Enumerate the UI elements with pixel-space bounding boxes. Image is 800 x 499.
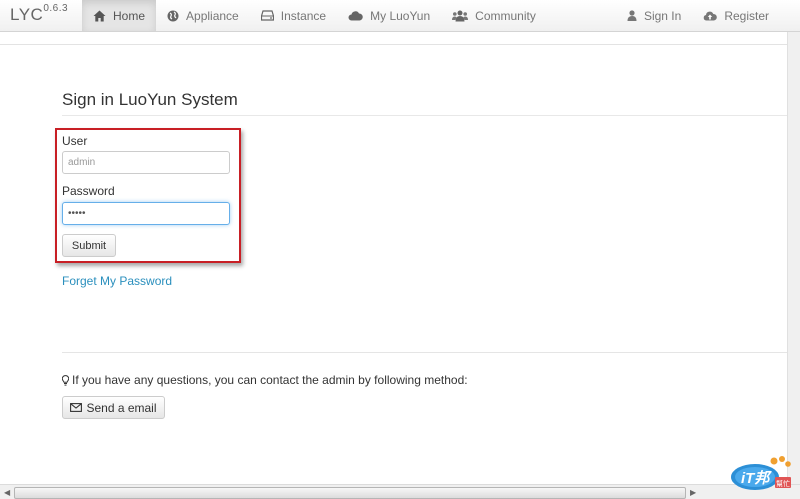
top-navbar: LYC0.6.3 Home Appliance Instance My LuoY… xyxy=(0,0,800,32)
contact-text: If you have any questions, you can conta… xyxy=(72,373,468,387)
ithome-watermark-logo: iT邦 幫忙 xyxy=(731,456,791,490)
nav-home-label: Home xyxy=(113,8,146,23)
nav-sign-in[interactable]: Sign In xyxy=(616,0,692,31)
svg-text:iT邦: iT邦 xyxy=(741,470,772,487)
cloud-icon xyxy=(348,10,367,21)
brand-name: LYC xyxy=(10,5,44,24)
brand-version: 0.6.3 xyxy=(43,3,69,15)
lightbulb-icon xyxy=(62,374,69,386)
nav-instance[interactable]: Instance xyxy=(250,0,337,31)
user-icon xyxy=(627,10,641,21)
forgot-password-link[interactable]: Forget My Password xyxy=(62,274,172,288)
horizontal-scroll-thumb[interactable] xyxy=(14,487,686,499)
svg-text:幫忙: 幫忙 xyxy=(776,479,790,488)
page-title: Sign in LuoYun System xyxy=(62,90,238,109)
send-email-button[interactable]: Send a email xyxy=(62,396,165,419)
send-email-label: Send a email xyxy=(86,400,157,415)
title-divider xyxy=(62,115,800,116)
nav-community-label: Community xyxy=(475,8,536,23)
nav-community[interactable]: Community xyxy=(441,0,547,31)
password-input[interactable] xyxy=(62,202,230,225)
user-label: User xyxy=(62,134,88,148)
nav-appliance[interactable]: Appliance xyxy=(156,0,250,31)
group-icon xyxy=(452,10,472,22)
home-icon xyxy=(93,10,110,22)
nav-my-luoyun-label: My LuoYun xyxy=(370,8,431,23)
nav-appliance-label: Appliance xyxy=(186,8,239,23)
brand-logo[interactable]: LYC0.6.3 xyxy=(10,3,69,25)
nav-home[interactable]: Home xyxy=(82,0,157,31)
account-nav: Sign In Register xyxy=(616,0,780,31)
nav-register[interactable]: Register xyxy=(692,0,780,31)
contact-note: If you have any questions, you can conta… xyxy=(62,373,468,387)
nav-sign-in-label: Sign In xyxy=(643,8,682,23)
vertical-scrollbar[interactable] xyxy=(787,32,800,484)
hdd-icon xyxy=(260,10,278,21)
nav-my-luoyun[interactable]: My LuoYun xyxy=(337,0,441,31)
nav-register-label: Register xyxy=(724,8,769,23)
cloud-upload-icon xyxy=(703,10,721,21)
scroll-right-arrow[interactable]: ▶ xyxy=(690,488,696,497)
scroll-left-arrow[interactable]: ◀ xyxy=(4,488,10,497)
user-input[interactable] xyxy=(62,151,230,174)
submit-button[interactable]: Submit xyxy=(62,234,116,257)
horizontal-scrollbar[interactable]: ◀ ▶ xyxy=(0,484,800,499)
main-nav: Home Appliance Instance My LuoYun Commun… xyxy=(82,0,547,31)
section-divider xyxy=(62,352,800,353)
envelope-icon xyxy=(70,403,83,412)
globe-icon xyxy=(167,10,183,22)
password-label: Password xyxy=(62,184,115,198)
nav-instance-label: Instance xyxy=(280,8,327,23)
